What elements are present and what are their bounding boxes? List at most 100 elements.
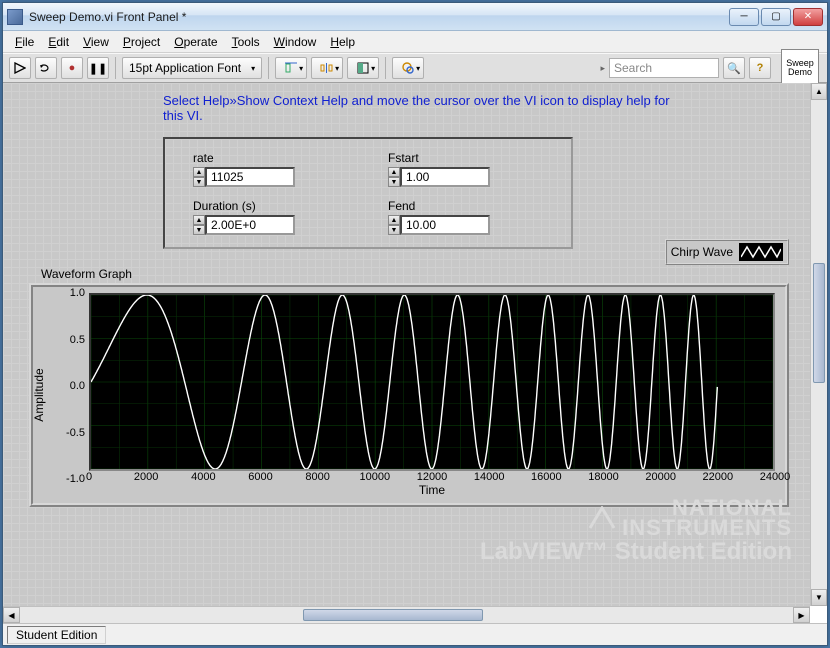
x-tick: 10000: [360, 471, 391, 483]
run-continuous-button[interactable]: [35, 57, 57, 79]
y-tick: 0.0: [51, 380, 85, 392]
menubar: File Edit View Project Operate Tools Win…: [3, 31, 827, 53]
scroll-up-button[interactable]: ▲: [811, 83, 827, 100]
front-panel-canvas[interactable]: Select Help»Show Context Help and move t…: [3, 83, 810, 606]
align-button[interactable]: [275, 57, 307, 79]
vi-file-icon: [7, 9, 23, 25]
resize-icon: [357, 62, 369, 74]
y-axis: Amplitude 1.00.50.0-0.5-1.0: [43, 293, 89, 497]
down-icon[interactable]: ▼: [193, 225, 205, 235]
rate-label: rate: [193, 151, 348, 165]
down-icon[interactable]: ▼: [193, 177, 205, 187]
statusbar: Student Edition: [3, 623, 827, 645]
ni-logo-icon: [588, 506, 616, 530]
run-button[interactable]: [9, 57, 31, 79]
fstart-label: Fstart: [388, 151, 543, 165]
fstart-control: Fstart ▲▼ 1.00: [388, 151, 543, 187]
fend-spinner[interactable]: ▲▼: [388, 215, 400, 235]
scroll-right-button[interactable]: ▶: [793, 607, 810, 623]
content-area: Select Help»Show Context Help and move t…: [3, 83, 827, 623]
reorder-icon: [402, 62, 414, 74]
menu-operate[interactable]: Operate: [168, 33, 223, 51]
x-tick: 14000: [474, 471, 505, 483]
y-axis-label: Amplitude: [32, 368, 46, 421]
up-icon[interactable]: ▲: [193, 215, 205, 225]
fstart-value[interactable]: 1.00: [400, 167, 490, 187]
help-button[interactable]: ?: [749, 57, 771, 79]
x-tick: 24000: [760, 471, 791, 483]
maximize-button[interactable]: ▢: [761, 8, 791, 26]
menu-project[interactable]: Project: [117, 33, 166, 51]
x-axis-label: Time: [89, 483, 775, 497]
fend-value[interactable]: 10.00: [400, 215, 490, 235]
waveform-graph: Chirp Wave Waveform Graph Amplitude 1.00…: [29, 267, 789, 507]
x-tick: 4000: [191, 471, 215, 483]
duration-control: Duration (s) ▲▼ 2.00E+0: [193, 199, 348, 235]
graph-title: Waveform Graph: [41, 267, 789, 281]
fstart-spinner[interactable]: ▲▼: [388, 167, 400, 187]
up-icon[interactable]: ▲: [388, 215, 400, 225]
x-tick: 0: [86, 471, 92, 483]
y-tick: -1.0: [51, 473, 85, 485]
scroll-down-button[interactable]: ▼: [811, 589, 827, 606]
vi-icon[interactable]: Sweep Demo: [781, 49, 819, 87]
horizontal-scrollbar[interactable]: ◀ ▶: [3, 606, 810, 623]
duration-label: Duration (s): [193, 199, 348, 213]
close-button[interactable]: ✕: [793, 8, 823, 26]
menu-tools[interactable]: Tools: [226, 33, 266, 51]
pause-button[interactable]: ❚❚: [87, 57, 109, 79]
duration-numeric[interactable]: ▲▼ 2.00E+0: [193, 215, 348, 235]
menu-edit[interactable]: Edit: [42, 33, 75, 51]
search-icon: 🔍: [727, 62, 741, 75]
scroll-left-button[interactable]: ◀: [3, 607, 20, 623]
y-tick: 0.5: [51, 334, 85, 346]
fend-control: Fend ▲▼ 10.00: [388, 199, 543, 235]
distribute-icon: [320, 62, 334, 74]
distribute-button[interactable]: [311, 57, 343, 79]
search-button[interactable]: 🔍: [723, 57, 745, 79]
menu-view[interactable]: View: [77, 33, 115, 51]
menu-window[interactable]: Window: [268, 33, 323, 51]
rate-spinner[interactable]: ▲▼: [193, 167, 205, 187]
vi-icon-text: Demo: [788, 68, 812, 77]
plot-area[interactable]: [89, 293, 775, 471]
up-icon[interactable]: ▲: [388, 167, 400, 177]
x-tick: 16000: [531, 471, 562, 483]
x-tick: 2000: [134, 471, 158, 483]
vi-window: Sweep Demo.vi Front Panel * ─ ▢ ✕ File E…: [2, 2, 828, 646]
x-axis-ticks: 0200040006000800010000120001400016000180…: [89, 471, 775, 485]
menu-help[interactable]: Help: [324, 33, 361, 51]
reorder-button[interactable]: [392, 57, 424, 79]
search-marker-icon: ▸: [600, 63, 605, 74]
search-placeholder: Search: [614, 61, 652, 75]
x-tick: 12000: [417, 471, 448, 483]
x-tick: 6000: [248, 471, 272, 483]
scroll-thumb[interactable]: [813, 263, 825, 383]
duration-spinner[interactable]: ▲▼: [193, 215, 205, 235]
menu-file[interactable]: File: [9, 33, 40, 51]
scroll-thumb[interactable]: [303, 609, 483, 621]
x-tick: 8000: [305, 471, 329, 483]
toolbar-separator: [385, 57, 386, 79]
duration-value[interactable]: 2.00E+0: [205, 215, 295, 235]
font-selector[interactable]: 15pt Application Font: [122, 57, 262, 79]
rate-numeric[interactable]: ▲▼ 11025: [193, 167, 348, 187]
search-input[interactable]: Search: [609, 58, 719, 78]
fstart-numeric[interactable]: ▲▼ 1.00: [388, 167, 543, 187]
abort-button[interactable]: ●: [61, 57, 83, 79]
help-text: Select Help»Show Context Help and move t…: [163, 93, 683, 123]
rate-value[interactable]: 11025: [205, 167, 295, 187]
fend-numeric[interactable]: ▲▼ 10.00: [388, 215, 543, 235]
graph-legend[interactable]: Chirp Wave: [665, 239, 789, 265]
down-icon[interactable]: ▼: [388, 225, 400, 235]
toolbar-separator: [268, 57, 269, 79]
up-icon[interactable]: ▲: [193, 167, 205, 177]
titlebar: Sweep Demo.vi Front Panel * ─ ▢ ✕: [3, 3, 827, 31]
minimize-button[interactable]: ─: [729, 8, 759, 26]
status-edition: Student Edition: [7, 626, 106, 644]
vertical-scrollbar[interactable]: ▲ ▼: [810, 83, 827, 606]
legend-label: Chirp Wave: [671, 245, 733, 259]
resize-button[interactable]: [347, 57, 379, 79]
toolbar-separator: [115, 57, 116, 79]
down-icon[interactable]: ▼: [388, 177, 400, 187]
